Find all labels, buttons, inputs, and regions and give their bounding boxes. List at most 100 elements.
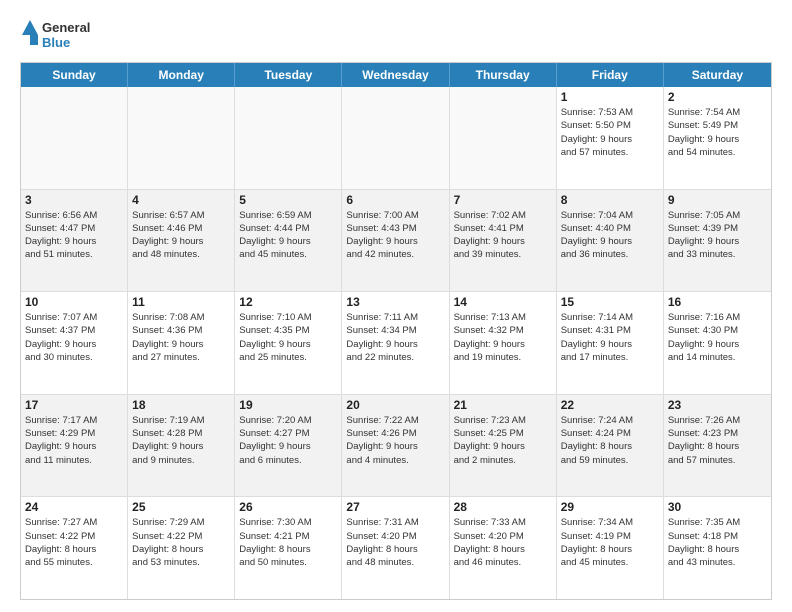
cell-line: Daylight: 9 hours [25,235,123,248]
cell-line: and 48 minutes. [346,556,444,569]
day-cell-29: 29Sunrise: 7:34 AMSunset: 4:19 PMDayligh… [557,497,664,599]
day-cell-24: 24Sunrise: 7:27 AMSunset: 4:22 PMDayligh… [21,497,128,599]
cell-line: Sunrise: 7:31 AM [346,516,444,529]
cell-line: and 19 minutes. [454,351,552,364]
day-number: 17 [25,398,123,412]
day-number: 7 [454,193,552,207]
day-number: 10 [25,295,123,309]
day-number: 13 [346,295,444,309]
empty-cell [235,87,342,189]
cell-line: and 45 minutes. [239,248,337,261]
cell-line: Sunrise: 7:35 AM [668,516,767,529]
cell-line: and 33 minutes. [668,248,767,261]
cell-line: Daylight: 8 hours [454,543,552,556]
cell-line: and 48 minutes. [132,248,230,261]
cell-line: Sunset: 4:29 PM [25,427,123,440]
cell-line: Sunrise: 7:53 AM [561,106,659,119]
header-day-monday: Monday [128,63,235,87]
cell-line: and 11 minutes. [25,454,123,467]
day-number: 22 [561,398,659,412]
cell-line: and 36 minutes. [561,248,659,261]
day-number: 19 [239,398,337,412]
cell-line: Sunset: 4:35 PM [239,324,337,337]
cell-line: and 9 minutes. [132,454,230,467]
cell-line: and 53 minutes. [132,556,230,569]
cell-line: Sunrise: 7:04 AM [561,209,659,222]
calendar: SundayMondayTuesdayWednesdayThursdayFrid… [20,62,772,600]
svg-text:General: General [42,20,90,35]
cell-line: Sunrise: 7:54 AM [668,106,767,119]
cell-line: Daylight: 9 hours [668,338,767,351]
calendar-header: SundayMondayTuesdayWednesdayThursdayFrid… [21,63,771,87]
cell-line: Sunrise: 7:16 AM [668,311,767,324]
cell-line: Sunset: 4:26 PM [346,427,444,440]
day-cell-14: 14Sunrise: 7:13 AMSunset: 4:32 PMDayligh… [450,292,557,394]
empty-cell [21,87,128,189]
day-number: 30 [668,500,767,514]
cell-line: Daylight: 9 hours [561,235,659,248]
cell-line: Sunset: 4:18 PM [668,530,767,543]
day-cell-4: 4Sunrise: 6:57 AMSunset: 4:46 PMDaylight… [128,190,235,292]
cell-line: Daylight: 8 hours [132,543,230,556]
cell-line: and 43 minutes. [668,556,767,569]
cell-line: Sunset: 4:19 PM [561,530,659,543]
cell-line: Sunset: 5:50 PM [561,119,659,132]
header-day-tuesday: Tuesday [235,63,342,87]
day-cell-5: 5Sunrise: 6:59 AMSunset: 4:44 PMDaylight… [235,190,342,292]
cell-line: Sunset: 4:30 PM [668,324,767,337]
cell-line: Daylight: 8 hours [239,543,337,556]
day-cell-13: 13Sunrise: 7:11 AMSunset: 4:34 PMDayligh… [342,292,449,394]
cell-line: Sunset: 4:22 PM [132,530,230,543]
day-number: 2 [668,90,767,104]
day-cell-1: 1Sunrise: 7:53 AMSunset: 5:50 PMDaylight… [557,87,664,189]
cell-line: Sunrise: 6:59 AM [239,209,337,222]
cell-line: Sunrise: 6:56 AM [25,209,123,222]
day-cell-18: 18Sunrise: 7:19 AMSunset: 4:28 PMDayligh… [128,395,235,497]
cell-line: Daylight: 8 hours [668,543,767,556]
cell-line: Daylight: 9 hours [132,440,230,453]
cell-line: Sunrise: 7:13 AM [454,311,552,324]
day-cell-19: 19Sunrise: 7:20 AMSunset: 4:27 PMDayligh… [235,395,342,497]
cell-line: Sunrise: 7:02 AM [454,209,552,222]
cell-line: Sunset: 4:39 PM [668,222,767,235]
day-cell-11: 11Sunrise: 7:08 AMSunset: 4:36 PMDayligh… [128,292,235,394]
day-number: 16 [668,295,767,309]
cell-line: Sunrise: 7:20 AM [239,414,337,427]
day-number: 11 [132,295,230,309]
cell-line: Daylight: 8 hours [25,543,123,556]
cell-line: Sunset: 5:49 PM [668,119,767,132]
cell-line: Sunrise: 7:00 AM [346,209,444,222]
cell-line: Sunset: 4:41 PM [454,222,552,235]
cell-line: Sunset: 4:28 PM [132,427,230,440]
cell-line: Sunrise: 7:30 AM [239,516,337,529]
cell-line: Sunset: 4:24 PM [561,427,659,440]
day-cell-22: 22Sunrise: 7:24 AMSunset: 4:24 PMDayligh… [557,395,664,497]
day-cell-3: 3Sunrise: 6:56 AMSunset: 4:47 PMDaylight… [21,190,128,292]
cell-line: Daylight: 9 hours [132,235,230,248]
day-number: 27 [346,500,444,514]
calendar-row-4: 24Sunrise: 7:27 AMSunset: 4:22 PMDayligh… [21,496,771,599]
cell-line: Sunset: 4:31 PM [561,324,659,337]
day-number: 15 [561,295,659,309]
day-cell-9: 9Sunrise: 7:05 AMSunset: 4:39 PMDaylight… [664,190,771,292]
cell-line: Daylight: 8 hours [346,543,444,556]
cell-line: Sunset: 4:47 PM [25,222,123,235]
cell-line: Daylight: 8 hours [561,543,659,556]
cell-line: Sunrise: 7:11 AM [346,311,444,324]
cell-line: and 2 minutes. [454,454,552,467]
cell-line: Daylight: 9 hours [346,440,444,453]
cell-line: Daylight: 9 hours [25,440,123,453]
cell-line: and 54 minutes. [668,146,767,159]
day-number: 23 [668,398,767,412]
empty-cell [450,87,557,189]
cell-line: Sunrise: 6:57 AM [132,209,230,222]
cell-line: and 4 minutes. [346,454,444,467]
day-cell-2: 2Sunrise: 7:54 AMSunset: 5:49 PMDaylight… [664,87,771,189]
day-number: 29 [561,500,659,514]
day-cell-7: 7Sunrise: 7:02 AMSunset: 4:41 PMDaylight… [450,190,557,292]
cell-line: Sunrise: 7:07 AM [25,311,123,324]
cell-line: Sunset: 4:40 PM [561,222,659,235]
empty-cell [128,87,235,189]
cell-line: Sunset: 4:23 PM [668,427,767,440]
cell-line: Sunset: 4:20 PM [454,530,552,543]
